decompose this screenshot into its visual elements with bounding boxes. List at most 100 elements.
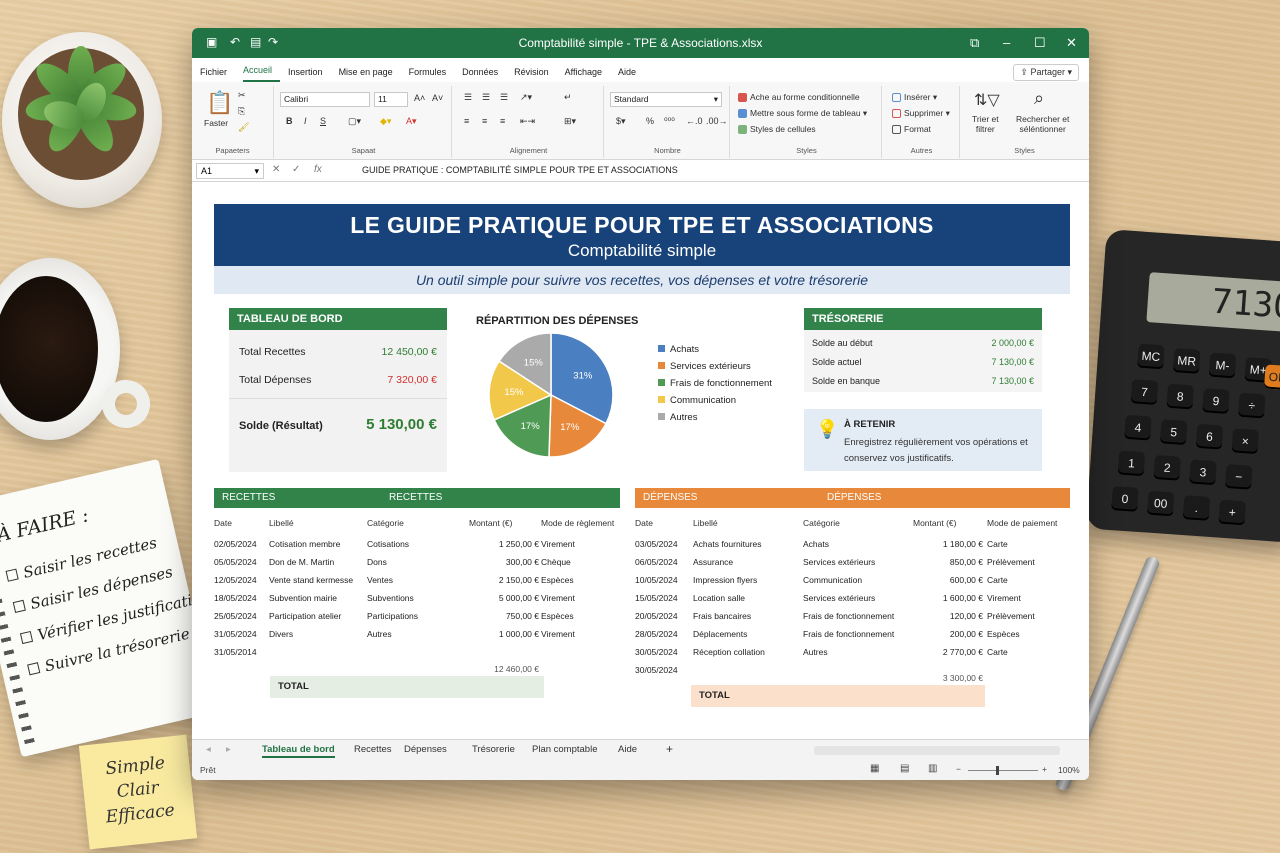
paste-icon[interactable]: 📋: [206, 90, 233, 116]
excel-window: ▣ ↶ ▤ ↷ Comptabilité simple - TPE & Asso…: [192, 28, 1089, 780]
ribbon-tab-6[interactable]: Révision: [514, 67, 557, 82]
tresorerie-value: 7 130,00 €: [991, 357, 1034, 367]
align-center-icon[interactable]: ≡: [482, 116, 487, 126]
tab-scroll-right-icon[interactable]: ▸: [226, 744, 231, 755]
restore-icon[interactable]: ⧉: [970, 35, 979, 51]
ribbon-tab-2[interactable]: Insertion: [288, 67, 331, 82]
bold-button[interactable]: B: [286, 116, 293, 126]
delete-button[interactable]: Supprimer ▾: [892, 108, 950, 119]
align-top-icon[interactable]: ☰: [464, 92, 472, 103]
minimize-icon[interactable]: –: [1003, 35, 1010, 50]
page-layout-icon[interactable]: ▤: [900, 763, 909, 774]
calculator-key: 6: [1195, 423, 1224, 450]
calculator-key: ÷: [1237, 392, 1266, 419]
formula-input[interactable]: GUIDE PRATIQUE : COMPTABILITÉ SIMPLE POU…: [362, 165, 678, 175]
paste-label[interactable]: Faster: [204, 118, 228, 128]
table-cell: 850,00 €: [949, 557, 983, 567]
tresorerie-label: Solde actuel: [812, 357, 862, 367]
decrease-decimal-icon[interactable]: .00→: [706, 116, 728, 126]
table-cell: Réception collation: [693, 647, 765, 657]
cell-styles-button[interactable]: Styles de cellules: [738, 124, 816, 135]
align-right-icon[interactable]: ≡: [500, 116, 505, 126]
ribbon-tab-3[interactable]: Mise en page: [339, 67, 401, 82]
thousands-icon[interactable]: ⁰⁰⁰: [664, 116, 675, 127]
tab-scroll-left-icon[interactable]: ◂: [206, 744, 211, 755]
number-format-select[interactable]: Standard ▾: [610, 92, 722, 107]
orientation-icon[interactable]: ↗▾: [520, 92, 532, 103]
ribbon-tab-8[interactable]: Aide: [618, 67, 644, 82]
align-bottom-icon[interactable]: ☰: [500, 92, 508, 103]
ribbon-tab-1[interactable]: Accueil: [243, 65, 281, 82]
cut-icon[interactable]: ✂: [238, 90, 246, 101]
format-as-table-button[interactable]: Mettre sous forme de tableau ▾: [738, 108, 867, 119]
page-break-icon[interactable]: ▥: [928, 763, 937, 774]
ribbon-tab-0[interactable]: Fichier: [200, 67, 235, 82]
sort-filter-button[interactable]: Trier et filtrer: [972, 114, 999, 134]
tab-sheet-3[interactable]: Trésorerie: [472, 744, 515, 755]
currency-icon[interactable]: $▾: [616, 116, 626, 127]
normal-view-icon[interactable]: ▦: [870, 763, 879, 774]
format-button[interactable]: Format: [892, 124, 931, 135]
font-size-select[interactable]: 11: [374, 92, 408, 107]
calculator-key: +: [1218, 499, 1247, 526]
zoom-level[interactable]: 100%: [1058, 765, 1080, 775]
zoom-slider[interactable]: [968, 770, 1038, 771]
table-cell: 750,00 €: [505, 611, 539, 621]
wrap-text-icon[interactable]: ↵: [564, 92, 572, 103]
fill-color-icon[interactable]: ◆▾: [380, 116, 391, 127]
table-cell: Cotisation membre: [269, 539, 341, 549]
table-cell: 02/05/2024: [214, 539, 257, 549]
horizontal-scrollbar[interactable]: [814, 746, 1060, 755]
confirm-icon[interactable]: ✓: [292, 164, 300, 175]
align-middle-icon[interactable]: ☰: [482, 92, 490, 103]
column-header: Libellé: [269, 518, 294, 528]
indent-icon[interactable]: ⇤⇥: [520, 116, 535, 127]
maximize-icon[interactable]: ☐: [1034, 35, 1046, 51]
name-box[interactable]: A1 ▾: [196, 163, 264, 179]
sort-filter-icon[interactable]: ⇅▽: [974, 90, 1000, 110]
tab-sheet-5[interactable]: Aide: [618, 744, 637, 755]
zoom-out-icon[interactable]: −: [956, 764, 961, 774]
search-icon[interactable]: ⌕: [1034, 88, 1044, 109]
recettes-label: Total Recettes: [239, 346, 306, 358]
align-left-icon[interactable]: ≡: [464, 116, 469, 126]
conditional-format-button[interactable]: Ache au forme conditionnelle: [738, 92, 860, 103]
tab-sheet-0[interactable]: Tableau de bord: [262, 744, 335, 758]
merge-icon[interactable]: ⊞▾: [564, 116, 576, 127]
share-button[interactable]: ⇪ Partager ▾: [1013, 64, 1079, 81]
ribbon-tab-4[interactable]: Formules: [409, 67, 455, 82]
percent-icon[interactable]: %: [646, 116, 654, 126]
increase-decimal-icon[interactable]: ←.0: [686, 116, 703, 126]
ribbon-tab-7[interactable]: Affichage: [565, 67, 610, 82]
zoom-slider-thumb[interactable]: [996, 766, 999, 775]
font-color-icon[interactable]: A▾: [406, 116, 417, 127]
zoom-in-icon[interactable]: +: [1042, 764, 1047, 774]
table-cell: 120,00 €: [949, 611, 983, 621]
table-cell: Autres: [367, 629, 392, 639]
cancel-icon[interactable]: ✕: [272, 164, 280, 175]
function-icon[interactable]: fx: [314, 164, 322, 175]
worksheet[interactable]: LE GUIDE PRATIQUE POUR TPE ET ASSOCIATIO…: [206, 204, 1079, 739]
italic-button[interactable]: I: [304, 116, 307, 126]
tab-sheet-4[interactable]: Plan comptable: [532, 744, 597, 755]
font-name-select[interactable]: Calibri: [280, 92, 370, 107]
add-sheet-icon[interactable]: +: [666, 742, 673, 756]
format-painter-icon[interactable]: 🖌: [238, 122, 249, 133]
ribbon-tab-5[interactable]: Données: [462, 67, 506, 82]
borders-icon[interactable]: ▢▾: [348, 116, 361, 127]
table-sum: 3 300,00 €: [942, 673, 983, 683]
table-cell: Impression flyers: [693, 575, 758, 585]
pie-data-label: 15%: [524, 357, 544, 368]
increase-font-icon[interactable]: A˄: [414, 93, 425, 103]
insert-button[interactable]: Insérer ▾: [892, 92, 937, 103]
decrease-font-icon[interactable]: A˅: [432, 93, 443, 103]
copy-icon[interactable]: ⎘: [238, 106, 245, 117]
close-icon[interactable]: ✕: [1066, 35, 1077, 51]
tab-sheet-2[interactable]: Dépenses: [404, 744, 447, 755]
tab-sheet-1[interactable]: Recettes: [354, 744, 392, 755]
underline-button[interactable]: S: [320, 116, 326, 126]
find-select-button[interactable]: Rechercher et séléntionner: [1016, 114, 1069, 134]
table-cell: 10/05/2024: [635, 575, 678, 585]
table-cell: Carte: [987, 575, 1008, 585]
column-header: Montant (€): [469, 518, 513, 528]
